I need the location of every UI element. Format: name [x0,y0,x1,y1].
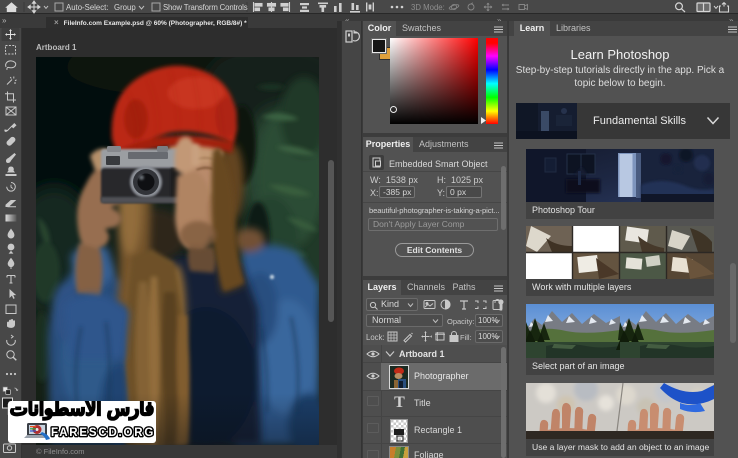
svg-text:FARESCD.ORG: FARESCD.ORG [51,427,154,439]
